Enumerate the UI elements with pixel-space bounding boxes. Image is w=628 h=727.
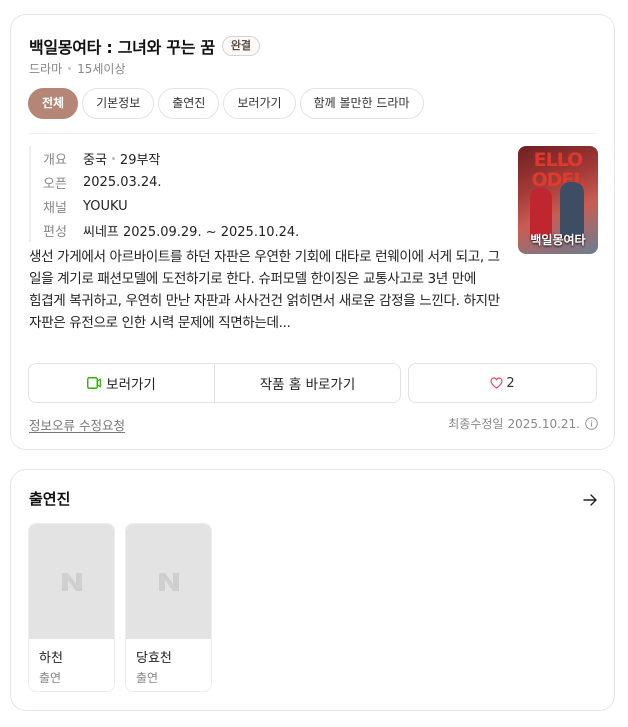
play-icon [87,377,102,389]
cast-photo-placeholder [126,524,211,639]
drama-meta-line: 드라마 15세이상 [29,60,126,77]
section-tabs: 전체 기본정보 출연진 보러가기 함께 볼만한 드라마 [28,88,428,119]
cast-member-card[interactable]: 하천 출연 [28,523,115,692]
separator-dot [68,67,72,70]
tab-watch[interactable]: 보러가기 [223,88,296,119]
poster-title: 백일몽여타 [530,233,586,247]
updated-label: 최종수정일 [448,417,504,431]
info-label: 편성 [43,224,67,240]
episodes-value: 29부작 [119,152,161,168]
title-row: 백일몽여타 : 그녀와 꾸는 꿈 완결 [29,34,261,58]
watch-button[interactable]: 보러가기 [29,364,214,402]
info-label: 개요 [43,152,67,168]
info-label: 오픈 [43,176,67,192]
drama-title: 백일몽여타 : 그녀와 꾸는 꿈 [29,38,215,57]
cast-name: 당효천 [136,651,172,666]
naver-logo-icon [158,572,179,591]
channel-value: YOUKU [83,198,128,214]
like-button[interactable]: 2 [408,363,597,403]
info-list: 개요 중국 29부작 오픈 2025.03.24. 채널 YOUKU 편성 씨네… [29,146,499,242]
poster-figure [560,182,584,238]
cast-list: 하천 출연 당효천 출연 [28,523,222,692]
cast-member-card[interactable]: 당효천 출연 [125,523,212,692]
action-bar: 보러가기 작품 홈 바로가기 2 [28,363,597,403]
poster-image[interactable]: ELLO ODEL 백일몽여타 [518,146,598,254]
updated-date: 2025.10.21. [507,416,580,431]
info-icon[interactable] [585,417,598,430]
last-updated: 최종수정일 2025.10.21. [448,415,598,432]
info-row-schedule: 편성 씨네프 2025.09.29. ~ 2025.10.24. [43,218,499,242]
info-value: 중국 29부작 [83,149,160,168]
cast-role: 출연 [39,671,62,685]
cast-photo-placeholder [29,524,114,639]
info-row-open: 오픈 2025.03.24. [43,170,499,194]
cast-role: 출연 [136,671,159,685]
cast-name: 하천 [39,651,63,666]
tab-all[interactable]: 전체 [28,88,79,119]
report-error-link[interactable]: 정보오류 수정요청 [29,415,125,434]
poster-artwork-text: ELLO ODEL [531,149,585,191]
rating-label: 15세이상 [77,62,126,76]
naver-logo-icon [61,572,82,591]
section-title: 출연진 [29,490,71,508]
arrow-right-icon[interactable] [582,492,598,508]
synopsis: 생선 가게에서 아르바이트를 하던 자판은 우연한 기회에 대타로 런웨이에 서… [29,249,500,331]
heart-icon [490,377,503,389]
cast-card-section: 출연진 하천 출연 당효천 출연 [10,469,615,711]
tab-cast[interactable]: 출연진 [158,88,220,119]
series-home-button[interactable]: 작품 홈 바로가기 [214,364,400,402]
country-value: 중국 [83,152,107,168]
info-row-summary: 개요 중국 29부작 [43,146,499,170]
drama-info-card: 백일몽여타 : 그녀와 꾸는 꿈 완결 드라마 15세이상 전체 기본정보 출연… [10,14,615,450]
tab-basic-info[interactable]: 기본정보 [82,88,155,119]
status-badge: 완결 [221,36,261,56]
action-button-group: 보러가기 작품 홈 바로가기 [28,363,401,403]
watch-label: 보러가기 [106,377,156,393]
info-label: 채널 [43,200,67,216]
info-row-channel: 채널 YOUKU [43,194,499,218]
divider [29,133,596,134]
series-home-label: 작품 홈 바로가기 [259,377,356,393]
open-date-value: 2025.03.24. [83,174,162,190]
schedule-value: 씨네프 2025.09.29. ~ 2025.10.24. [83,224,300,240]
separator-dot [111,156,115,160]
genre-label: 드라마 [29,62,63,76]
tab-recommended[interactable]: 함께 볼만한 드라마 [299,88,424,119]
like-count: 2 [506,375,515,391]
